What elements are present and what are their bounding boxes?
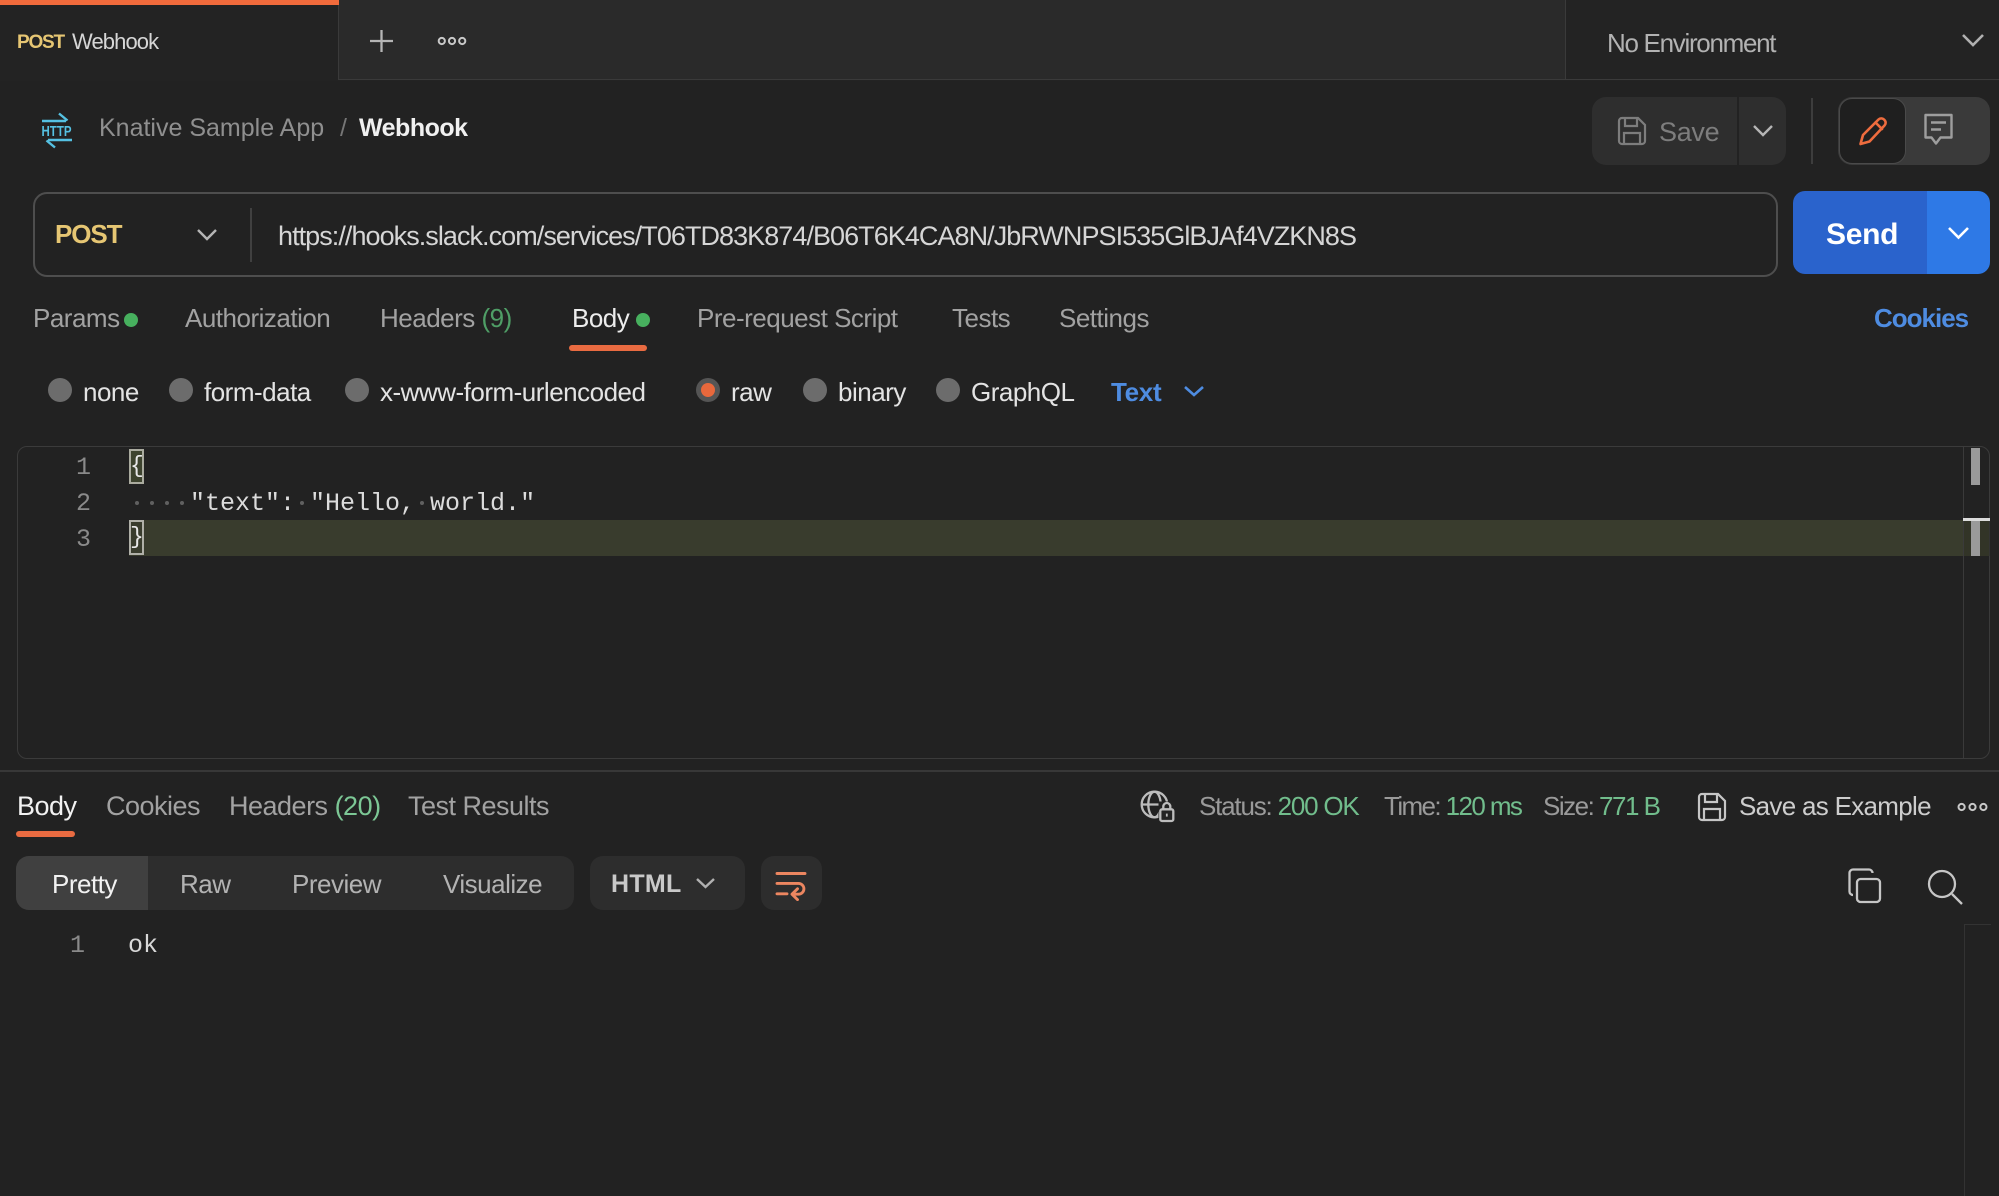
svg-text:HTTP: HTTP bbox=[42, 123, 72, 140]
